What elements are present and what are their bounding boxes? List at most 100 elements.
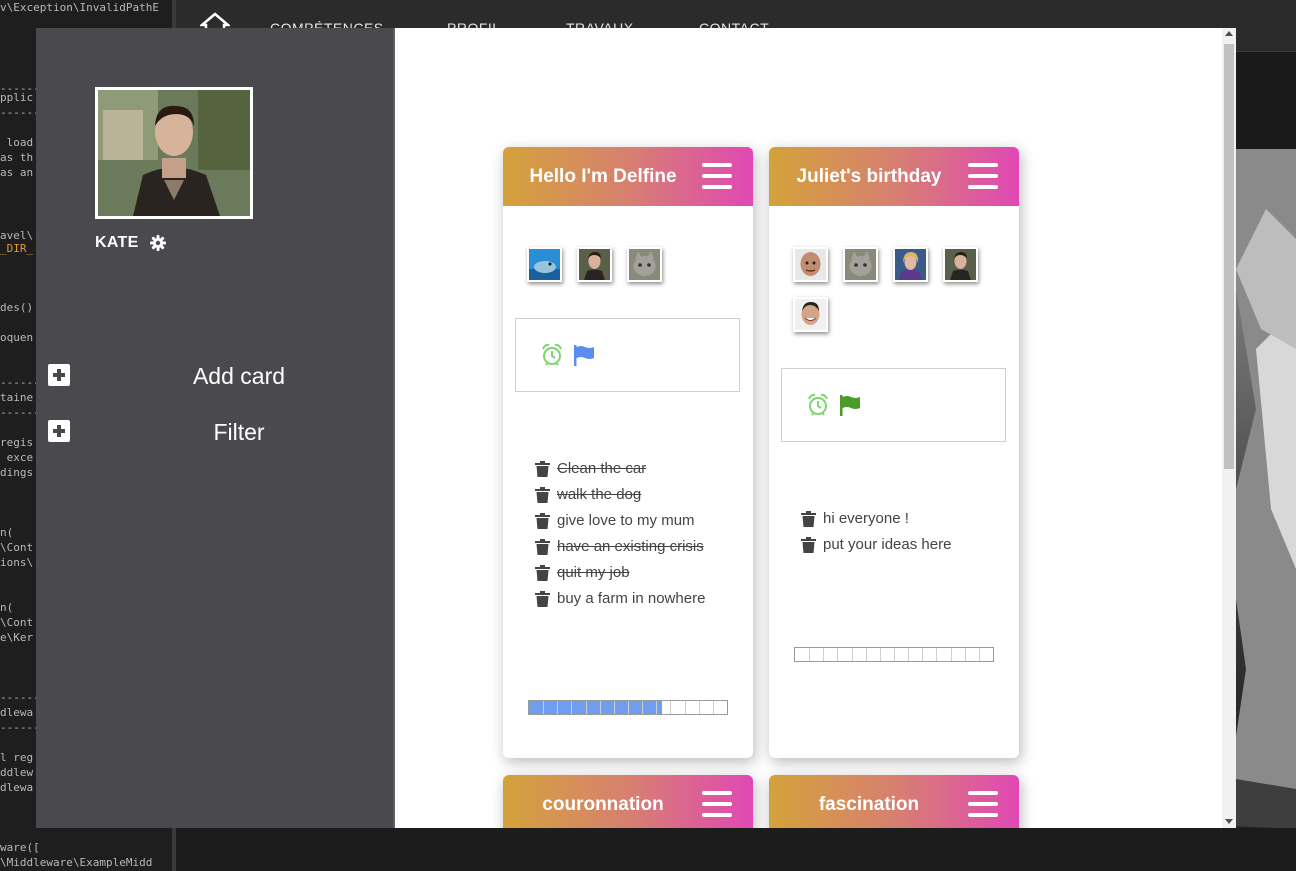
todo-text: give love to my mum <box>557 512 695 529</box>
card-status-box <box>515 318 740 392</box>
progress-segment <box>979 648 980 661</box>
code-line: n( <box>0 601 14 614</box>
scrollbar[interactable] <box>1222 28 1236 828</box>
user-row: KATE <box>95 234 166 252</box>
add-card-label: Add card <box>192 363 286 389</box>
todo-item: quit my job <box>535 561 745 587</box>
avatar[interactable] <box>95 87 253 219</box>
filter-button[interactable]: Filter <box>48 416 378 448</box>
card-title: fascination <box>818 794 920 815</box>
card-header: Hello I'm Delfine <box>503 147 753 206</box>
progress-segment <box>908 648 909 661</box>
code-line: avel\ <box>0 229 34 242</box>
code-line: load <box>0 136 34 149</box>
progress-segment <box>642 701 643 714</box>
card-header: Juliet's birthday <box>769 147 1019 206</box>
card: Hello I'm Delfine Clean the car walk the… <box>503 147 753 758</box>
trash-icon[interactable] <box>535 487 550 503</box>
hamburger-menu-icon[interactable] <box>702 163 732 190</box>
code-line: taine <box>0 391 34 404</box>
plus-square-icon <box>48 420 70 442</box>
card-status-box <box>781 368 1006 442</box>
member-avatar[interactable] <box>843 247 878 282</box>
member-avatar[interactable] <box>527 247 562 282</box>
trash-icon[interactable] <box>535 461 550 477</box>
progress-bar <box>528 700 728 715</box>
code-line: n( <box>0 526 14 539</box>
alarm-clock-icon[interactable] <box>807 393 829 417</box>
code-line: pplic <box>0 91 34 104</box>
progress-segment <box>557 701 558 714</box>
code-line: des() <box>0 301 34 314</box>
trash-icon[interactable] <box>535 591 550 607</box>
hamburger-menu-icon[interactable] <box>702 791 732 818</box>
progress-segment <box>852 648 853 661</box>
card-header: couronnation <box>503 775 753 828</box>
code-line: ddlew <box>0 766 34 779</box>
card-title: Juliet's birthday <box>796 166 942 187</box>
todo-text: quit my job <box>557 564 630 581</box>
todo-list: Clean the car walk the dog give love to … <box>535 457 745 613</box>
todo-item: buy a farm in nowhere <box>535 587 745 613</box>
progress-segment <box>600 701 601 714</box>
todo-item: walk the dog <box>535 483 745 509</box>
todo-text: have an existing crisis <box>557 538 704 555</box>
flag-icon[interactable] <box>839 395 861 416</box>
todo-list: hi everyone ! put your ideas here <box>801 507 1011 559</box>
progress-segment <box>809 648 810 661</box>
progress-bar <box>794 647 994 662</box>
trash-icon[interactable] <box>801 511 816 527</box>
gear-icon[interactable] <box>149 235 166 251</box>
member-avatar[interactable] <box>577 247 612 282</box>
hamburger-menu-icon[interactable] <box>968 791 998 818</box>
progress-segment <box>656 701 657 714</box>
progress-segment <box>614 701 615 714</box>
sidebar: KATE Add card Filter <box>36 28 393 828</box>
code-line: \Cont <box>0 616 34 629</box>
progress-segment <box>699 701 700 714</box>
card: Juliet's birthday hi everyone ! put your… <box>769 147 1019 758</box>
card-title: couronnation <box>542 794 664 815</box>
member-avatar[interactable] <box>627 247 662 282</box>
code-line: ions\ <box>0 556 34 569</box>
todo-text: walk the dog <box>557 486 642 503</box>
alarm-clock-icon[interactable] <box>541 343 563 367</box>
code-line: dlewa <box>0 706 34 719</box>
scroll-down-arrow-icon[interactable] <box>1225 819 1233 824</box>
progress-segment <box>713 701 714 714</box>
todo-item: give love to my mum <box>535 509 745 535</box>
trash-icon[interactable] <box>535 565 550 581</box>
progress-segment <box>586 701 587 714</box>
member-avatar[interactable] <box>793 247 828 282</box>
progress-segment <box>866 648 867 661</box>
card: fascination <box>769 775 1019 828</box>
progress-segment <box>685 701 686 714</box>
board-modal: KATE Add card Filter Hello I'm Delfine C… <box>36 28 1236 828</box>
code-line: dlewa <box>0 781 34 794</box>
member-avatar[interactable] <box>893 247 928 282</box>
progress-segment <box>837 648 838 661</box>
todo-text: Clean the car <box>557 460 647 477</box>
code-line: l reg <box>0 751 34 764</box>
add-card-button[interactable]: Add card <box>48 360 378 392</box>
progress-segment <box>922 648 923 661</box>
progress-segment <box>543 701 544 714</box>
code-line: e\Ker <box>0 631 34 644</box>
avatar-photo <box>98 90 250 216</box>
flag-icon[interactable] <box>573 345 595 366</box>
trash-icon[interactable] <box>801 537 816 553</box>
scroll-up-arrow-icon[interactable] <box>1225 31 1233 36</box>
progress-segment <box>936 648 937 661</box>
code-line: regis <box>0 436 34 449</box>
member-avatar[interactable] <box>943 247 978 282</box>
hamburger-menu-icon[interactable] <box>968 163 998 190</box>
card: couronnation <box>503 775 753 828</box>
member-avatar[interactable] <box>793 297 828 332</box>
todo-item: put your ideas here <box>801 533 1011 559</box>
card-title: Hello I'm Delfine <box>529 166 677 187</box>
progress-segment <box>951 648 952 661</box>
scrollbar-thumb[interactable] <box>1224 44 1234 469</box>
code-line: v\Exception\InvalidPathE <box>0 1 159 14</box>
trash-icon[interactable] <box>535 513 550 529</box>
trash-icon[interactable] <box>535 539 550 555</box>
